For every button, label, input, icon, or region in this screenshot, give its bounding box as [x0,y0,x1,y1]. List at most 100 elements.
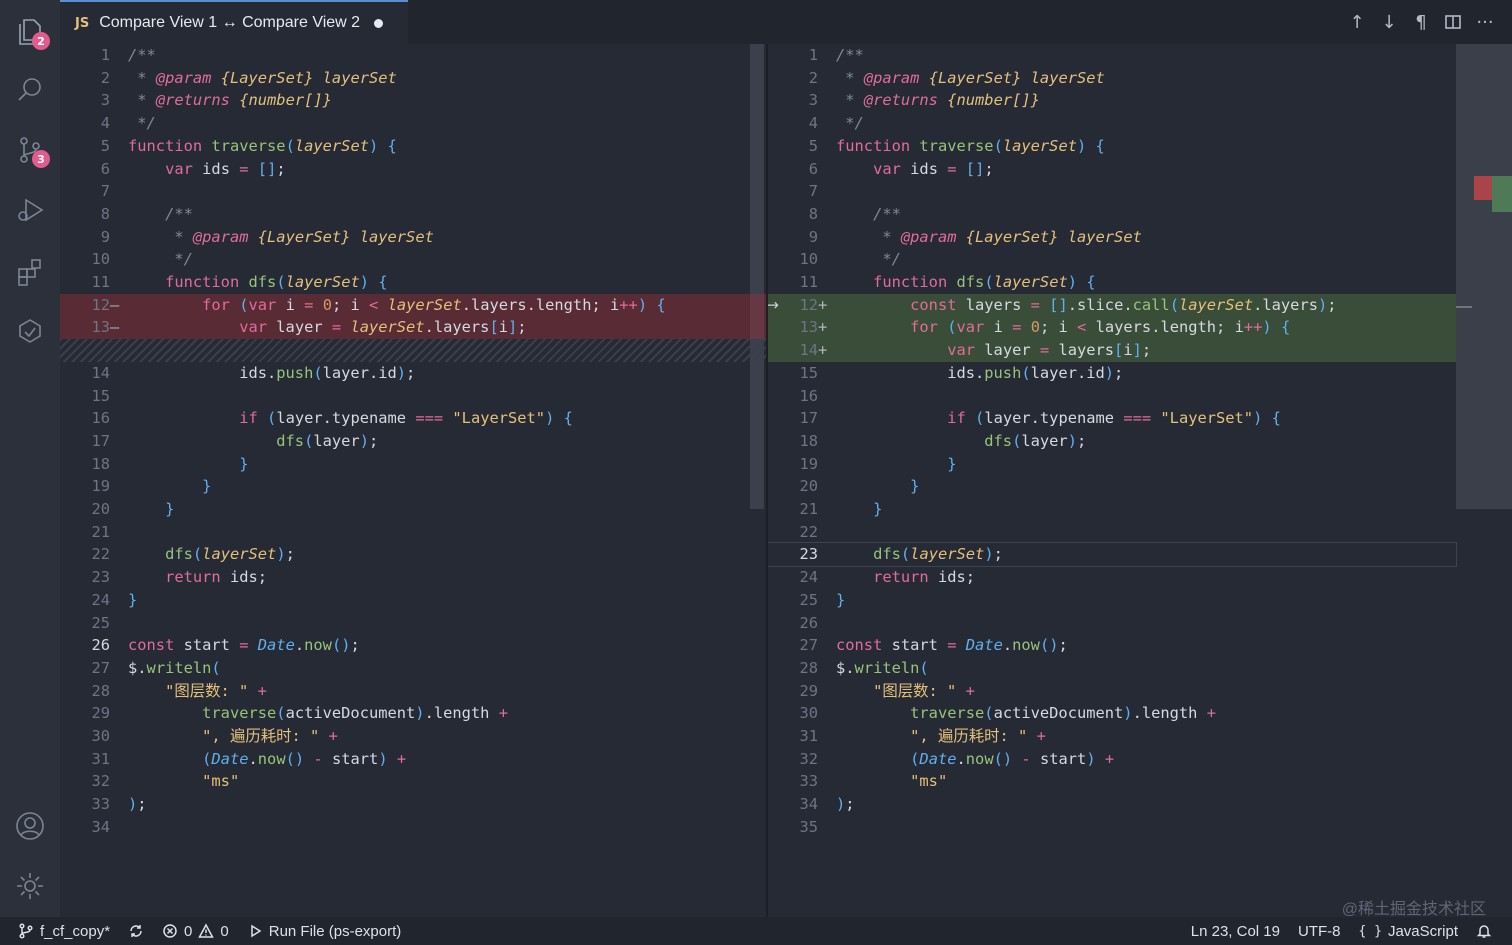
run-file-status[interactable]: Run File (ps-export) [238,923,411,940]
left-code-line[interactable]: 34 [60,816,766,839]
next-change-button[interactable]: ↓ [1376,8,1402,36]
revert-change-arrow-icon[interactable]: → [768,294,779,317]
left-code-line[interactable]: 8 /** [60,203,766,226]
more-actions-icon[interactable]: ··· [1472,8,1498,36]
branch-status[interactable]: f_cf_copy* [0,923,119,940]
right-code-line[interactable]: 29 "图层数: " + [768,680,1456,703]
left-code-line[interactable]: 1 /** [60,44,766,67]
left-code-line[interactable]: 21 [60,521,766,544]
left-code-line[interactable]: 19 } [60,475,766,498]
original-editor[interactable]: 1/** 2 * @param {LayerSet} layerSet 3 * @r… [60,44,766,917]
left-code-line[interactable]: 31 (Date.now() - start) + [60,748,766,771]
left-code-line[interactable]: 26 const start = Date.now(); [60,634,766,657]
right-code-line[interactable]: 3 * @returns {number[]} [768,89,1456,112]
code-text: /** [836,46,864,64]
right-code-line[interactable]: 18 dfs(layer); [768,430,1456,453]
right-code-line[interactable]: 33 "ms" [768,770,1456,793]
left-code-line[interactable]: 29 traverse(activeDocument).length + [60,702,766,725]
right-code-line[interactable]: 30 traverse(activeDocument).length + [768,702,1456,725]
left-code-line[interactable]: 25 [60,612,766,635]
left-code-line[interactable]: 12— for (var i = 0; i < layerSet.layers.… [60,293,766,317]
account-icon[interactable] [10,806,50,846]
left-code-line[interactable]: 28 "图层数: " + [60,680,766,703]
language-mode[interactable]: { } JavaScript [1349,923,1467,940]
notifications-bell-icon[interactable] [1467,923,1512,939]
left-code-line[interactable]: 30 ", 遍历耗时: " + [60,725,766,748]
left-code-line[interactable]: 5 function traverse(layerSet) { [60,135,766,158]
right-code-line[interactable]: 20 } [768,475,1456,498]
right-code-line[interactable]: 9 * @param {LayerSet} layerSet [768,226,1456,249]
left-code-line[interactable] [60,339,766,362]
left-code-line[interactable]: 4 */ [60,112,766,135]
line-number: 21 [91,522,110,541]
right-code-line[interactable]: 14 + var layer = layers[i]; [768,339,1456,362]
split-editor-icon[interactable] [1440,8,1466,36]
cursor-position[interactable]: Ln 23, Col 19 [1182,923,1289,940]
sync-status[interactable] [119,923,153,939]
right-code-line[interactable]: 6 var ids = []; [768,158,1456,181]
toggle-whitespace-button[interactable]: ¶ [1408,8,1434,36]
extensions-icon[interactable] [10,252,50,292]
explorer-icon[interactable]: 2 [10,12,50,52]
left-code-line[interactable]: 7 [60,180,766,203]
right-code-line[interactable]: 27 const start = Date.now(); [768,634,1456,657]
left-code-line[interactable]: 6 var ids = []; [60,158,766,181]
source-control-icon[interactable]: 3 [10,130,50,170]
left-code-line[interactable]: 27 $.writeln( [60,657,766,680]
left-code-line[interactable]: 10 */ [60,248,766,271]
left-code-line[interactable]: 11 function dfs(layerSet) { [60,271,766,294]
right-code-line[interactable]: 19 } [768,453,1456,476]
left-code-line[interactable]: 15 [60,385,766,408]
testing-icon[interactable] [10,312,50,352]
right-code-line[interactable]: 16 [768,385,1456,408]
right-code-line[interactable]: 22 [768,521,1456,544]
previous-change-button[interactable]: ↑ [1344,8,1370,36]
diff-overview-ruler[interactable] [1456,44,1512,509]
tab-compare-view[interactable]: JS Compare View 1 ↔ Compare View 2 [60,0,408,44]
right-code-line[interactable]: 5 function traverse(layerSet) { [768,135,1456,158]
left-code-line[interactable]: 17 dfs(layer); [60,430,766,453]
right-code-line[interactable]: 4 */ [768,112,1456,135]
left-code-line[interactable]: 13— var layer = layerSet.layers[i]; [60,316,766,340]
right-code-line[interactable]: 23 dfs(layerSet); [768,542,1457,568]
unsaved-dot-icon[interactable] [374,18,384,28]
right-code-line[interactable]: 17 if (layer.typename === "LayerSet") { [768,407,1456,430]
run-debug-icon[interactable] [10,190,50,230]
right-code-line[interactable]: 7 [768,180,1456,203]
right-code-line[interactable]: 35 [768,816,1456,839]
right-code-line[interactable]: 34); [768,793,1456,816]
search-icon[interactable] [10,70,50,110]
right-code-line[interactable]: 21 } [768,498,1456,521]
right-code-line[interactable]: 15 ids.push(layer.id); [768,362,1456,385]
right-code-line[interactable]: 12 + → const layers = [].slice.call(layerS… [768,293,1456,317]
encoding-status[interactable]: UTF-8 [1289,923,1350,940]
right-code-line[interactable]: 26 [768,612,1456,635]
right-code-line[interactable]: 25} [768,589,1456,612]
settings-gear-icon[interactable] [10,866,50,906]
right-code-line[interactable]: 8 /** [768,203,1456,226]
left-code-line[interactable]: 3 * @returns {number[]} [60,89,766,112]
left-code-line[interactable]: 32 "ms" [60,770,766,793]
left-code-line[interactable]: 16 if (layer.typename === "LayerSet") { [60,407,766,430]
right-code-line[interactable]: 24 return ids; [768,566,1456,589]
right-code-line[interactable]: 10 */ [768,248,1456,271]
removed-line-marker: — [110,318,120,337]
left-code-line[interactable]: 23 return ids; [60,566,766,589]
right-code-line[interactable]: 13 + for (var i = 0; i < layers.length; i… [768,316,1456,340]
left-code-line[interactable]: 24} [60,589,766,612]
left-code-line[interactable]: 14 ids.push(layer.id); [60,362,766,385]
left-code-line[interactable]: 20 } [60,498,766,521]
right-code-line[interactable]: 28 $.writeln( [768,657,1456,680]
right-code-line[interactable]: 11 function dfs(layerSet) { [768,271,1456,294]
left-code-line[interactable]: 18 } [60,453,766,476]
right-code-line[interactable]: 32 (Date.now() - start) + [768,748,1456,771]
right-code-line[interactable]: 2 * @param {LayerSet} layerSet [768,67,1456,90]
left-code-line[interactable]: 2 * @param {LayerSet} layerSet [60,67,766,90]
left-code-line[interactable]: 33); [60,793,766,816]
left-code-line[interactable]: 22 dfs(layerSet); [60,543,766,566]
problems-status[interactable]: 0 0 [153,923,238,940]
right-code-line[interactable]: 31 ", 遍历耗时: " + [768,725,1456,748]
right-code-line[interactable]: 1 /** [768,44,1456,67]
modified-editor[interactable]: 1/** 2 * @param {LayerSet} layerSet 3 * @r… [768,44,1512,917]
left-code-line[interactable]: 9 * @param {LayerSet} layerSet [60,226,766,249]
